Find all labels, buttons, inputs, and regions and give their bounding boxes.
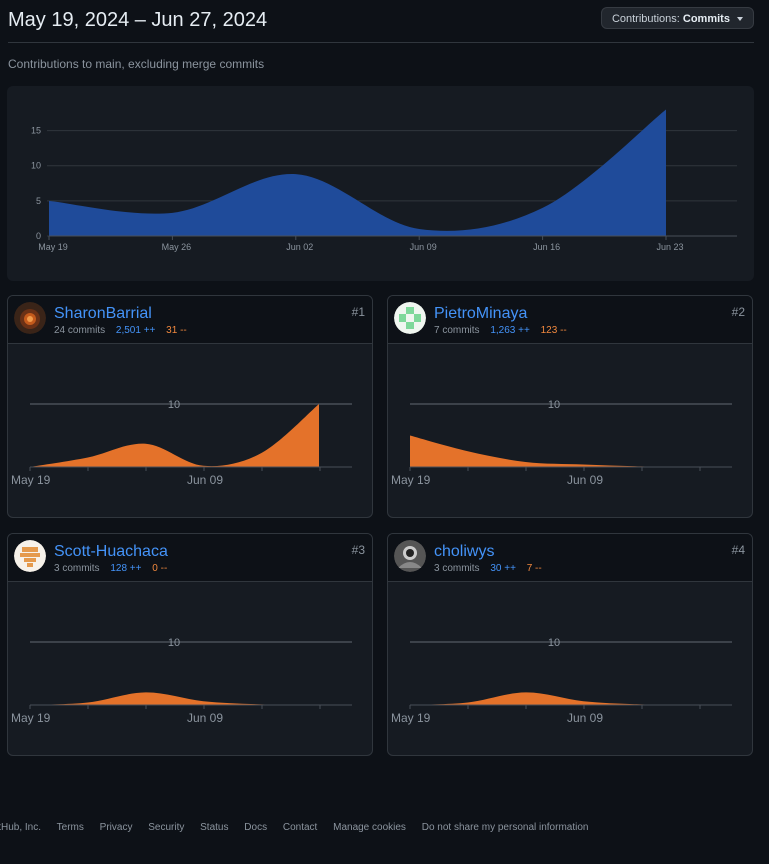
contributor-name-link[interactable]: Scott-Huachaca (54, 543, 168, 561)
contributor-stats: 3 commits 30 ++ 7 -- (434, 563, 542, 574)
footer-link-docs[interactable]: Docs (244, 822, 267, 833)
y-tick-label: 10 (168, 399, 180, 411)
x-tick-label: May 26 (162, 242, 192, 252)
x-tick-label: May 19 (391, 711, 431, 725)
deletions-count: 123 -- (540, 325, 567, 336)
footer-copyright: itHub, Inc. (0, 822, 42, 833)
page-subtitle: Contributions to main, excluding merge c… (8, 57, 265, 71)
page-title: May 19, 2024 – Jun 27, 2024 (8, 9, 268, 31)
contributor-area-series (30, 692, 319, 705)
avatar-photo-icon[interactable] (394, 540, 426, 572)
x-tick-label: May 19 (391, 473, 431, 487)
commit-count[interactable]: 3 commits (434, 563, 480, 574)
contributor-chart-svg: 10 May 19 Jun 09 (391, 637, 732, 725)
identicon-green-icon[interactable] (394, 302, 426, 334)
contributor-card-header: PietroMinaya 7 commits 1,263 ++ 123 -- #… (388, 296, 752, 344)
x-tick-label: Jun 16 (533, 242, 560, 252)
contributor-rank: #3 (351, 543, 365, 557)
identicon-orange-icon[interactable] (14, 540, 46, 572)
contributions-dropdown[interactable]: Contributions: Commits (600, 7, 754, 29)
x-tick-label: Jun 09 (187, 473, 223, 487)
contributor-stats: 24 commits 2,501 ++ 31 -- (54, 325, 187, 336)
x-tick-label: May 19 (38, 242, 68, 252)
footer-link-terms[interactable]: Terms (57, 822, 84, 833)
page-header: May 19, 2024 – Jun 27, 2024 Contribution… (8, 0, 754, 43)
contributor-chart-svg: 10 May 19 Jun 09 (11, 637, 352, 725)
contributor-name-link[interactable]: SharonBarrial (54, 305, 152, 323)
contributor-card-header: Scott-Huachaca 3 commits 128 ++ 0 -- #3 (8, 534, 372, 582)
contributor-chart-svg: 10 May 19 Jun 09 (391, 399, 732, 487)
y-tick-label: 15 (31, 126, 41, 136)
contributor-card: Scott-Huachaca 3 commits 128 ++ 0 -- #3 … (7, 533, 373, 756)
contributor-rank: #4 (731, 543, 745, 557)
x-tick-label: Jun 09 (567, 473, 603, 487)
footer-link-security[interactable]: Security (148, 822, 184, 833)
x-tick-label: Jun 09 (410, 242, 437, 252)
contributor-card: SharonBarrial 24 commits 2,501 ++ 31 -- … (7, 295, 373, 518)
footer-link-contact[interactable]: Contact (283, 822, 317, 833)
commit-count[interactable]: 3 commits (54, 563, 100, 574)
x-tick-label: May 19 (11, 473, 51, 487)
additions-count: 30 ++ (490, 563, 516, 574)
footer: itHub, Inc. Terms Privacy Security Statu… (0, 822, 601, 833)
contributor-name-link[interactable]: choliwys (434, 543, 494, 561)
contributor-area-series (30, 404, 319, 467)
y-tick-label: 0 (36, 231, 41, 241)
footer-link-privacy[interactable]: Privacy (100, 822, 133, 833)
y-tick-label: 10 (31, 161, 41, 171)
footer-link-status[interactable]: Status (200, 822, 228, 833)
deletions-count: 7 -- (526, 563, 542, 574)
contributor-stats: 3 commits 128 ++ 0 -- (54, 563, 167, 574)
x-tick-label: May 19 (11, 711, 51, 725)
contributor-card: PietroMinaya 7 commits 1,263 ++ 123 -- #… (387, 295, 753, 518)
contributor-card-header: SharonBarrial 24 commits 2,501 ++ 31 -- … (8, 296, 372, 344)
deletions-count: 0 -- (152, 563, 168, 574)
y-tick-label: 10 (168, 637, 180, 649)
contributor-area-series (410, 435, 699, 467)
dropdown-value: Commits (682, 13, 730, 25)
contributor-chart-svg: 10 May 19 Jun 09 (11, 399, 352, 487)
contributor-rank: #2 (731, 305, 745, 319)
footer-link-do-not-share[interactable]: Do not share my personal information (422, 822, 589, 833)
x-tick-label: Jun 09 (567, 711, 603, 725)
contributor-card-header: choliwys 3 commits 30 ++ 7 -- #4 (388, 534, 752, 582)
dropdown-prefix: Contributions: (611, 13, 680, 25)
deletions-count: 31 -- (166, 325, 187, 336)
y-tick-label: 10 (548, 637, 560, 649)
contributor-stats: 7 commits 1,263 ++ 123 -- (434, 325, 567, 336)
main-contributions-chart: 0 5 10 15 May 19 May 26 Jun 02 Jun 09 Jun 16 Jun … (7, 86, 754, 281)
y-tick-label: 5 (36, 196, 41, 206)
commit-count[interactable]: 24 commits (54, 325, 105, 336)
main-chart-svg: 0 5 10 15 May 19 May 26 Jun 02 Jun 09 Jun 16 Jun … (31, 109, 737, 252)
avatar-photo-icon[interactable] (14, 302, 46, 334)
footer-link-manage-cookies[interactable]: Manage cookies (333, 822, 406, 833)
commit-count[interactable]: 7 commits (434, 325, 480, 336)
additions-count: 128 ++ (110, 563, 142, 574)
chevron-down-icon (737, 17, 743, 22)
additions-count: 2,501 ++ (115, 325, 156, 336)
contributor-name-link[interactable]: PietroMinaya (434, 305, 527, 323)
x-tick-label: Jun 23 (656, 242, 683, 252)
x-tick-label: Jun 02 (286, 242, 313, 252)
additions-count: 1,263 ++ (490, 325, 530, 336)
y-tick-label: 10 (548, 399, 560, 411)
x-tick-label: Jun 09 (187, 711, 223, 725)
contributor-rank: #1 (351, 305, 365, 319)
commits-area-series (49, 109, 666, 236)
contributor-card: choliwys 3 commits 30 ++ 7 -- #4 10 May 1… (387, 533, 753, 756)
contributor-area-series (410, 692, 699, 705)
